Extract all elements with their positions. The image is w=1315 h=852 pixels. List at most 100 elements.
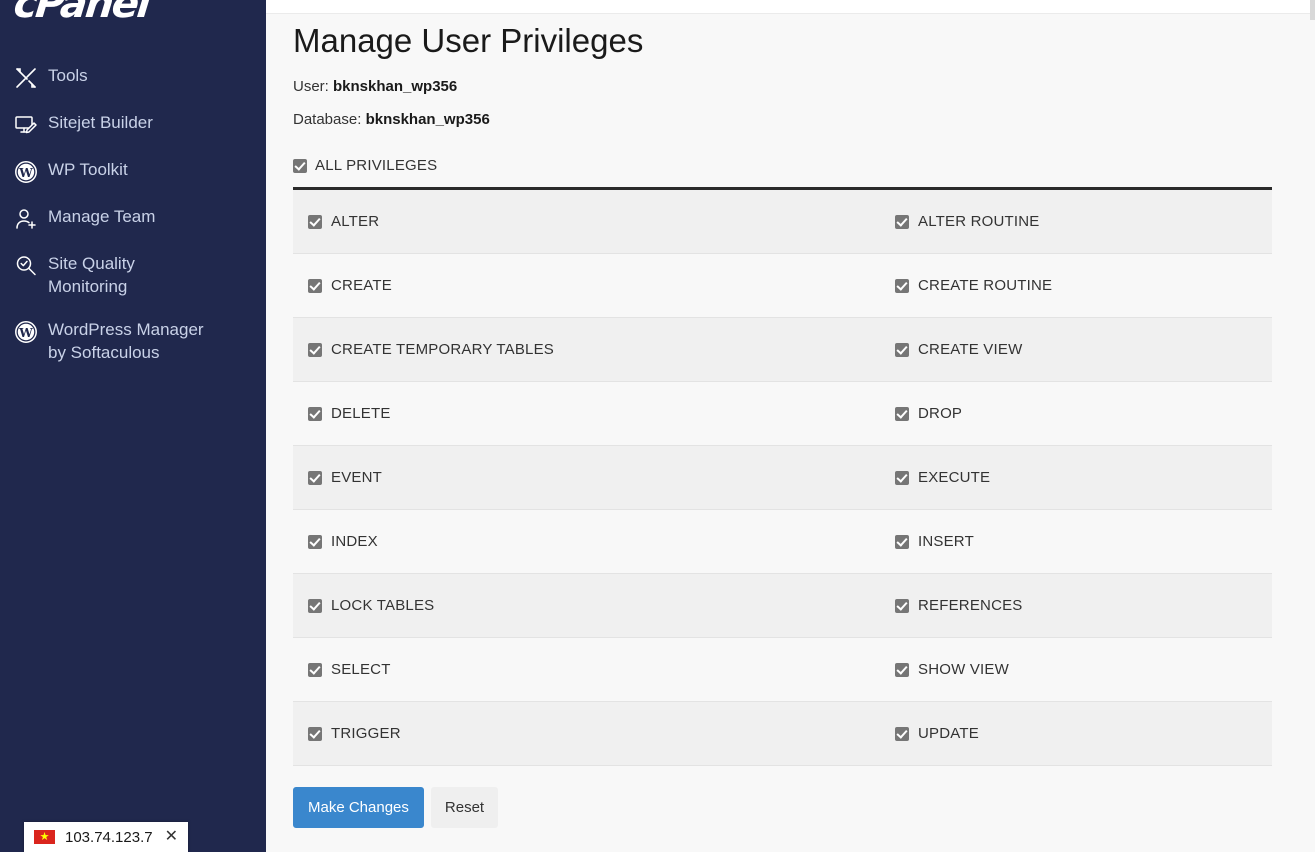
privilege-label: INSERT (918, 533, 974, 551)
privilege-checkbox[interactable] (895, 278, 909, 293)
privilege-label: LOCK TABLES (331, 597, 435, 615)
sidebar-item-label: Sitejet Builder (48, 113, 153, 132)
vertical-scrollbar[interactable] (1310, 0, 1315, 20)
table-row: CREATE CREATE ROUTINE (293, 254, 1272, 319)
sitejet-builder-icon (14, 112, 48, 138)
user-value: bknskhan_wp356 (333, 78, 458, 96)
privilege-option[interactable]: SELECT (293, 662, 888, 677)
sidebar-item-label: WordPress Manager by Softaculous (48, 320, 204, 362)
sidebar-nav: Tools Sitejet Builder W WP Toolkit Manag… (0, 54, 266, 374)
privilege-checkbox[interactable] (895, 534, 909, 549)
privilege-label: EVENT (331, 469, 383, 487)
sidebar: cPanel Tools Sitejet Builder W WP Toolki… (0, 0, 266, 852)
database-value: bknskhan_wp356 (365, 111, 490, 129)
sidebar-item-label: Manage Team (48, 207, 156, 226)
privilege-label: REFERENCES (918, 597, 1023, 615)
privilege-option[interactable]: LOCK TABLES (293, 598, 888, 613)
user-info-line: User: bknskhan_wp356 (293, 78, 1315, 95)
site-quality-icon (14, 253, 48, 279)
sidebar-item-manage-team[interactable]: Manage Team (0, 195, 266, 242)
privilege-option[interactable]: CREATE ROUTINE (888, 278, 1272, 293)
privilege-checkbox[interactable] (895, 726, 909, 741)
button-bar: Make Changes Reset (293, 787, 1315, 829)
svg-text:W: W (18, 326, 33, 340)
manage-team-icon (14, 206, 48, 232)
wordpress-icon: W (14, 319, 48, 345)
privilege-checkbox[interactable] (308, 278, 322, 293)
user-label: User: (293, 78, 329, 96)
privilege-checkbox[interactable] (895, 662, 909, 677)
make-changes-button[interactable]: Make Changes (293, 787, 424, 829)
table-row: TRIGGER UPDATE (293, 702, 1272, 767)
table-row: ALTER ALTER ROUTINE (293, 190, 1272, 255)
all-privileges-label: ALL PRIVILEGES (315, 157, 438, 175)
reset-button[interactable]: Reset (430, 787, 499, 829)
vietnam-flag-icon: ★ (34, 830, 55, 844)
privilege-option[interactable]: EVENT (293, 470, 888, 485)
privilege-label: CREATE ROUTINE (918, 277, 1053, 295)
table-row: EVENT EXECUTE (293, 446, 1272, 511)
privilege-option[interactable]: ALTER ROUTINE (888, 214, 1272, 229)
privilege-option[interactable]: EXECUTE (888, 470, 1272, 485)
privilege-checkbox[interactable] (308, 598, 322, 613)
privilege-checkbox[interactable] (308, 534, 322, 549)
privilege-option[interactable]: INSERT (888, 534, 1272, 549)
all-privileges-checkbox[interactable] (293, 158, 307, 173)
sidebar-item-wp-toolkit[interactable]: W WP Toolkit (0, 148, 266, 195)
privilege-label: ALTER (331, 213, 380, 231)
privilege-option[interactable]: DROP (888, 406, 1272, 421)
database-label: Database: (293, 111, 362, 129)
privilege-checkbox[interactable] (895, 598, 909, 613)
privilege-checkbox[interactable] (308, 342, 322, 357)
privilege-option[interactable]: UPDATE (888, 726, 1272, 741)
privilege-checkbox[interactable] (895, 470, 909, 485)
sidebar-item-wordpress-manager[interactable]: W WordPress Manager by Softaculous (0, 308, 266, 374)
privilege-checkbox[interactable] (895, 406, 909, 421)
page-title: Manage User Privileges (293, 22, 644, 59)
privilege-option[interactable]: REFERENCES (888, 598, 1272, 613)
privilege-checkbox[interactable] (308, 470, 322, 485)
privilege-checkbox[interactable] (895, 342, 909, 357)
privilege-label: TRIGGER (331, 725, 401, 743)
privileges-table: ALTER ALTER ROUTINE CREATE CREATE ROUTINE CR… (293, 190, 1272, 767)
table-row: INDEX INSERT (293, 510, 1272, 575)
ip-notification-popup[interactable]: ★ 103.74.123.7 ✕ (24, 822, 188, 852)
table-row: SELECT SHOW VIEW (293, 638, 1272, 703)
sidebar-item-label: Tools (48, 66, 88, 85)
sidebar-item-tools[interactable]: Tools (0, 54, 266, 101)
close-icon[interactable]: ✕ (163, 829, 180, 845)
flag-star: ★ (39, 830, 50, 843)
privilege-option[interactable]: TRIGGER (293, 726, 888, 741)
sidebar-item-label: Site Quality Monitoring (48, 254, 135, 296)
sidebar-item-site-quality-monitoring[interactable]: Site Quality Monitoring (0, 242, 266, 308)
sidebar-item-label: WP Toolkit (48, 160, 128, 179)
privilege-option[interactable]: ALTER (293, 214, 888, 229)
privilege-option[interactable]: DELETE (293, 406, 888, 421)
privilege-label: DROP (918, 405, 963, 423)
privilege-option[interactable]: INDEX (293, 534, 888, 549)
privilege-checkbox[interactable] (308, 406, 322, 421)
tools-icon (14, 65, 48, 91)
content-area: Manage User Privileges User: bknskhan_wp… (266, 22, 1315, 829)
privilege-option[interactable]: SHOW VIEW (888, 662, 1272, 677)
table-row: DELETE DROP (293, 382, 1272, 447)
privilege-option[interactable]: CREATE TEMPORARY TABLES (293, 342, 888, 357)
privilege-checkbox[interactable] (308, 662, 322, 677)
cpanel-logo[interactable]: cPanel (0, 0, 266, 26)
privilege-checkbox[interactable] (308, 726, 322, 741)
privilege-option[interactable]: CREATE VIEW (888, 342, 1272, 357)
all-privileges-row[interactable]: ALL PRIVILEGES (293, 158, 1272, 187)
top-strip (266, 0, 1315, 14)
privilege-label: DELETE (331, 405, 391, 423)
table-row: CREATE TEMPORARY TABLES CREATE VIEW (293, 318, 1272, 383)
privilege-label: UPDATE (918, 725, 979, 743)
privilege-option[interactable]: CREATE (293, 278, 888, 293)
privilege-label: SHOW VIEW (918, 661, 1009, 679)
database-info-line: Database: bknskhan_wp356 (293, 111, 1315, 128)
privilege-checkbox[interactable] (895, 214, 909, 229)
ip-address-text: 103.74.123.7 (65, 828, 153, 846)
privilege-label: ALTER ROUTINE (918, 213, 1040, 231)
sidebar-item-sitejet-builder[interactable]: Sitejet Builder (0, 101, 266, 148)
privilege-checkbox[interactable] (308, 214, 322, 229)
privilege-label: CREATE TEMPORARY TABLES (331, 341, 555, 359)
